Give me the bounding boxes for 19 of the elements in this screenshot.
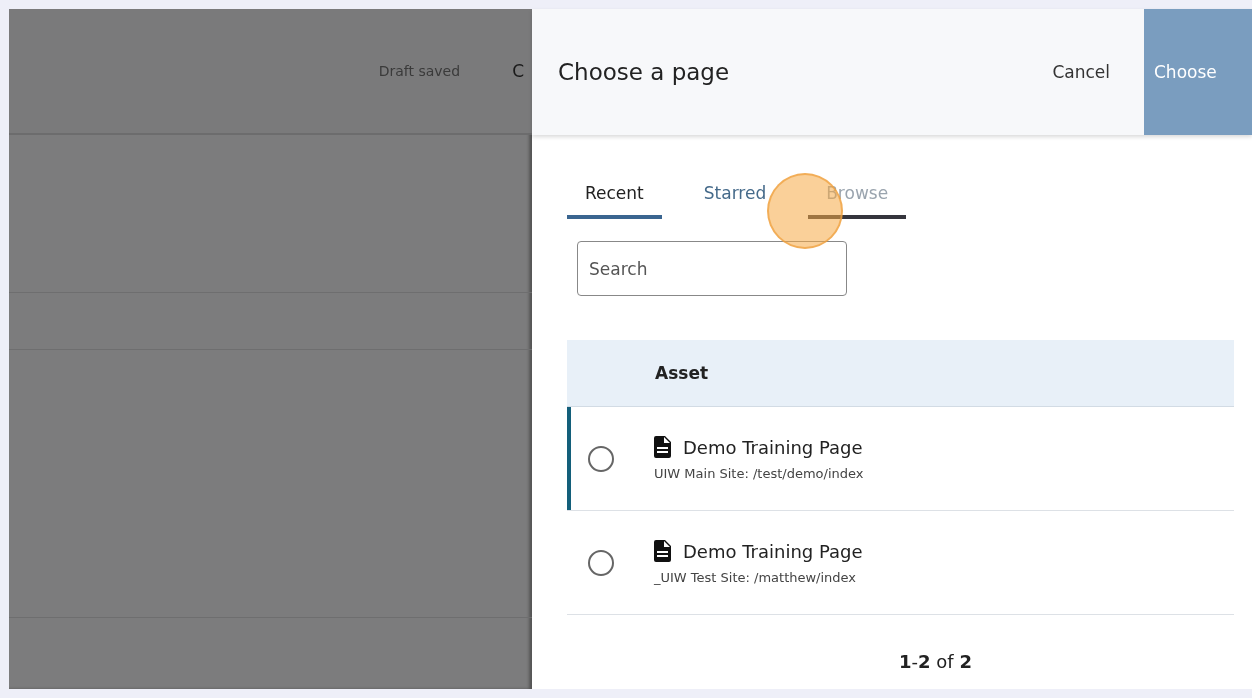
asset-row[interactable]: Demo Training Page UIW Main Site: /test/demo/index — [567, 407, 1234, 511]
close-button[interactable]: C — [512, 60, 524, 81]
radio-button[interactable] — [588, 445, 614, 472]
asset-title: Demo Training Page — [683, 540, 863, 562]
asset-title: Demo Training Page — [683, 436, 863, 458]
radio-button[interactable] — [588, 549, 614, 576]
asset-row[interactable]: Demo Training Page _UIW Test Site: /matthew/index — [567, 511, 1234, 615]
document-icon — [654, 540, 671, 562]
asset-path: UIW Main Site: /test/demo/index — [654, 466, 864, 481]
pagination-label: 1-2 of 2 — [898, 651, 973, 672]
dialog-title: Choose a page — [558, 59, 731, 85]
search-field[interactable]: Search — [577, 241, 847, 296]
save-status: Draft saved — [378, 62, 461, 79]
tab[interactable]: Starred — [685, 175, 785, 219]
document-icon — [654, 436, 671, 458]
asset-path: _UIW Test Site: /matthew/index — [654, 570, 858, 585]
column-header: Asset — [567, 340, 1234, 407]
cancel-button[interactable]: Cancel — [1046, 61, 1116, 83]
tab[interactable]: Recent — [567, 175, 662, 219]
